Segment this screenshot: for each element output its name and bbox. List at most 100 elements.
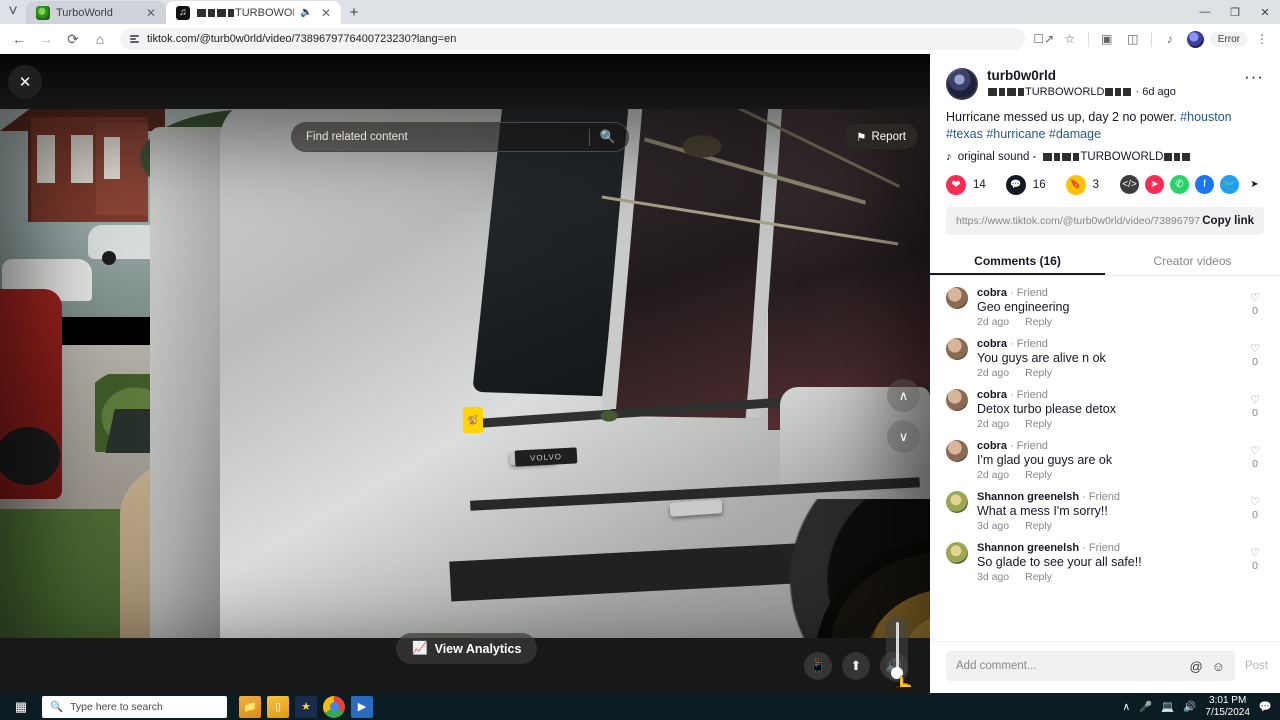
cast-icon[interactable]: 📱 — [804, 651, 832, 680]
find-related-content-search[interactable]: Find related content 🔍 — [291, 122, 629, 152]
search-icon[interactable]: 🔍 — [600, 129, 616, 145]
commenter-avatar[interactable] — [946, 337, 968, 360]
browser-menu-icon[interactable]: ⋮ — [1250, 27, 1274, 51]
avatar[interactable] — [946, 68, 978, 100]
sticky-notes-icon[interactable]: ▯ — [267, 695, 289, 718]
address-bar[interactable]: tiktok.com/@turb0w0rld/video/73896797764… — [120, 28, 1025, 50]
taskbar-search-input[interactable]: 🔍 Type here to search — [42, 695, 227, 718]
comment-like-count: 0 — [1252, 559, 1258, 572]
close-video-button[interactable]: ✕ — [8, 65, 42, 99]
tray-chevron-icon[interactable]: ∧ — [1123, 701, 1131, 713]
site-settings-icon[interactable] — [130, 35, 139, 43]
twitter-icon[interactable]: 🐦 — [1220, 175, 1239, 195]
hashtag-houston[interactable]: #houston — [1180, 110, 1231, 124]
commenter-avatar[interactable] — [946, 439, 968, 462]
profile-avatar[interactable] — [1184, 27, 1208, 51]
comment-like-button[interactable]: ♡ 0 — [1244, 389, 1266, 430]
comment-meta: 2d ago Reply — [977, 367, 1235, 379]
taskbar-clock[interactable]: 3:01 PM 7/15/2024 — [1205, 695, 1250, 718]
embed-code-icon[interactable]: </> — [1120, 175, 1139, 195]
hashtag-damage[interactable]: #damage — [1049, 127, 1101, 141]
extensions-icon[interactable]: ▣ — [1095, 27, 1119, 51]
tab-comments[interactable]: Comments (16) — [930, 245, 1105, 275]
side-panel-icon[interactable]: ◫ — [1121, 27, 1145, 51]
reply-button[interactable]: Reply — [1025, 316, 1052, 328]
close-icon[interactable]: ✕ — [144, 6, 158, 20]
file-explorer-icon[interactable]: 📁 — [239, 695, 261, 718]
commenter-avatar[interactable] — [946, 541, 968, 564]
volume-icon[interactable]: 🔊 — [1183, 700, 1196, 713]
tab-audio-icon[interactable]: 🔈 — [300, 7, 313, 18]
commenter-name: Shannon greenelsh · Friend — [977, 541, 1121, 554]
heart-icon[interactable]: ❤ — [946, 174, 966, 195]
bookmark-stat[interactable]: 🔖 3 — [1065, 174, 1099, 195]
comment-stat[interactable]: 💬 16 — [1005, 174, 1046, 195]
commenter-avatar[interactable] — [946, 286, 968, 309]
error-badge[interactable]: Error — [1209, 31, 1248, 47]
comment-like-button[interactable]: ♡ 0 — [1244, 338, 1266, 379]
comment-item: cobra · Friend Geo engineering 2d ago Re… — [930, 282, 1280, 333]
bookmark-icon[interactable]: 🔖 — [1065, 174, 1086, 195]
reply-button[interactable]: Reply — [1025, 469, 1052, 481]
video-player-pane[interactable]: 🐒 VOLVO ∧ ∨ 📈 View Analytics ✕ Find rela… — [0, 54, 930, 693]
install-app-icon[interactable]: ☐↗ — [1032, 27, 1056, 51]
commenter-name: cobra · Friend — [977, 388, 1048, 401]
minimize-button[interactable]: — — [1190, 0, 1220, 24]
comment-bubble-icon[interactable]: 💬 — [1005, 174, 1026, 195]
facebook-icon[interactable]: f — [1195, 175, 1214, 195]
reply-button[interactable]: Reply — [1025, 571, 1052, 583]
star-icon[interactable]: ☆ — [1058, 27, 1082, 51]
media-player-icon[interactable]: ▶ — [351, 695, 373, 718]
whatsapp-icon[interactable]: ✆ — [1170, 175, 1189, 195]
reply-button[interactable]: Reply — [1025, 520, 1052, 532]
share-arrow-icon[interactable]: ➤ — [1245, 175, 1264, 195]
quality-upload-icon[interactable]: ⬆ — [842, 651, 870, 680]
app-star-icon[interactable]: ★ — [295, 695, 317, 718]
hashtag-texas[interactable]: #texas — [946, 127, 983, 141]
reply-button[interactable]: Reply — [1025, 367, 1052, 379]
report-button[interactable]: ⚑ Report — [844, 124, 918, 149]
previous-video-button[interactable]: ∧ — [887, 379, 920, 412]
telegram-icon[interactable]: ➤ — [1145, 175, 1164, 195]
maximize-button[interactable]: ❐ — [1220, 0, 1250, 24]
author-username[interactable]: turb0w0rld — [987, 68, 1235, 84]
hashtag-hurricane[interactable]: #hurricane — [986, 127, 1045, 141]
media-control-icon[interactable]: ♪ — [1158, 27, 1182, 51]
comment-like-button[interactable]: ♡ 0 — [1244, 440, 1266, 481]
back-button[interactable]: ← — [6, 26, 32, 52]
next-video-button[interactable]: ∨ — [887, 420, 920, 453]
copy-link-button[interactable]: Copy link — [1202, 215, 1254, 227]
emoji-icon[interactable]: ☺ — [1212, 659, 1225, 674]
chrome-icon[interactable] — [323, 695, 345, 718]
home-button[interactable]: ⌂ — [87, 26, 113, 52]
microphone-icon[interactable]: 🎤 — [1139, 700, 1152, 713]
tab-creator-videos[interactable]: Creator videos — [1105, 245, 1280, 275]
post-comment-button[interactable]: Post — [1245, 660, 1268, 672]
reply-button[interactable]: Reply — [1025, 418, 1052, 430]
commenter-avatar[interactable] — [946, 490, 968, 513]
windows-start-icon[interactable]: ▦ — [0, 693, 42, 720]
close-icon[interactable]: ✕ — [319, 6, 333, 20]
at-icon[interactable]: @ — [1190, 659, 1203, 674]
comment-input[interactable]: Add comment... @ ☺ — [946, 651, 1235, 681]
commenter-avatar[interactable] — [946, 388, 968, 411]
volume-slider[interactable] — [886, 616, 908, 682]
view-analytics-button[interactable]: 📈 View Analytics — [396, 633, 538, 664]
comment-like-button[interactable]: ♡ 0 — [1244, 491, 1266, 532]
comment-like-button[interactable]: ♡ 0 — [1244, 287, 1266, 328]
forward-button[interactable]: → — [33, 26, 59, 52]
comment-list[interactable]: cobra · Friend Geo engineering 2d ago Re… — [930, 276, 1280, 641]
sound-row[interactable]: ♪ original sound - TURBOWORLD — [946, 151, 1264, 163]
tab-search-button[interactable]: ˅ — [0, 0, 26, 24]
close-window-button[interactable]: ✕ — [1250, 0, 1280, 24]
reload-button[interactable]: ⟳ — [60, 26, 86, 52]
comment-like-button[interactable]: ♡ 0 — [1244, 542, 1266, 583]
notification-icon[interactable]: 💬 — [1259, 700, 1272, 713]
video-frame[interactable]: 🐒 VOLVO ∧ ∨ 📈 View Analytics — [0, 109, 930, 687]
new-tab-button[interactable]: + — [341, 0, 367, 24]
like-stat[interactable]: ❤ 14 — [946, 174, 986, 195]
tab-tiktok[interactable]: ♫ TURBOWORLD 🔈 ✕ — [166, 1, 341, 24]
network-icon[interactable]: 💻 — [1161, 700, 1174, 713]
tab-turboworld[interactable]: TurboWorld ✕ — [26, 1, 166, 24]
more-options-button[interactable]: ··· — [1244, 68, 1264, 85]
